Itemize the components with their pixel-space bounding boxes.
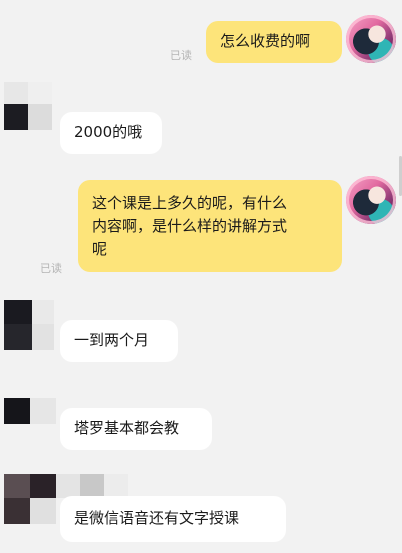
my-avatar[interactable]	[346, 176, 396, 224]
message-text-line: 这个课是上多久的呢，有什么	[92, 194, 288, 212]
message-text: 怎么收费的啊	[220, 32, 311, 50]
incoming-message-bubble[interactable]: 一到两个月	[60, 320, 178, 362]
outgoing-message-bubble[interactable]: 怎么收费的啊	[206, 21, 342, 63]
contact-avatar-pixelated[interactable]	[4, 300, 54, 350]
message-text: 是微信语音还有文字授课	[74, 509, 240, 527]
contact-avatar-pixelated[interactable]	[4, 398, 56, 424]
my-avatar[interactable]	[346, 15, 396, 63]
incoming-message-bubble[interactable]: 2000的哦	[60, 112, 162, 154]
read-status: 已读	[170, 49, 192, 62]
contact-avatar-pixelated[interactable]	[4, 82, 52, 130]
read-status: 已读	[40, 262, 62, 275]
message-text-line: 内容啊，是什么样的讲解方式	[92, 217, 288, 235]
message-text: 塔罗基本都会教	[74, 419, 180, 437]
message-text-line: 呢	[92, 240, 108, 258]
message-text: 一到两个月	[74, 331, 150, 349]
message-text: 2000的哦	[74, 123, 143, 141]
outgoing-message-bubble[interactable]: 这个课是上多久的呢，有什么 内容啊，是什么样的讲解方式 呢	[78, 180, 342, 272]
incoming-message-bubble[interactable]: 塔罗基本都会教	[60, 408, 212, 450]
chat-screen: { "messages": [ { "id": "m1", "direction…	[0, 0, 402, 553]
incoming-message-bubble[interactable]: 是微信语音还有文字授课	[60, 496, 286, 542]
